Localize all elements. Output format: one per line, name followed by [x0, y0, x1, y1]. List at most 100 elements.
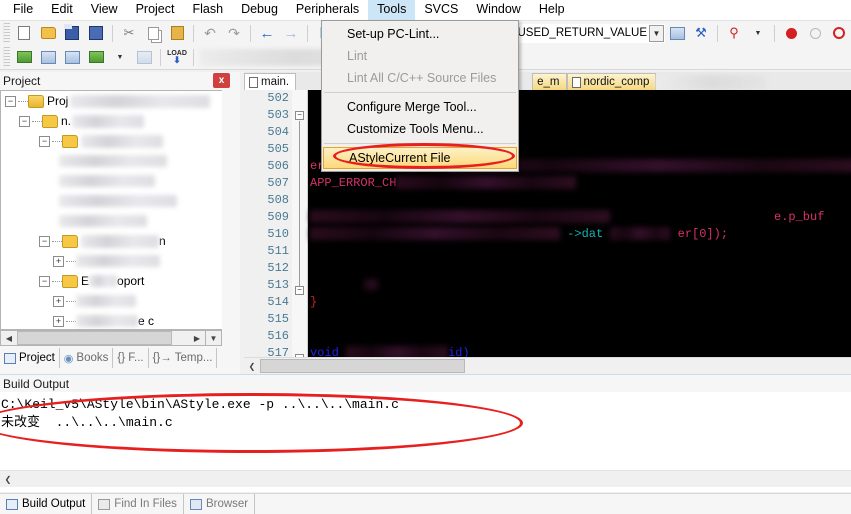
- fold-toggle-icon[interactable]: −: [295, 286, 304, 295]
- menu-svcs[interactable]: SVCS: [415, 0, 467, 20]
- editor-tab-nordic-common[interactable]: nordic_comp: [566, 73, 657, 90]
- cut-icon[interactable]: ✂: [118, 23, 140, 44]
- build-output-hscrollbar[interactable]: ❮: [0, 470, 851, 487]
- menu-file[interactable]: File: [4, 0, 42, 20]
- editor-hscrollbar[interactable]: ❮: [244, 357, 851, 374]
- menu-tools[interactable]: Tools: [368, 0, 416, 20]
- tree-item-group[interactable]: − n: [1, 231, 222, 251]
- run-icon[interactable]: [804, 23, 826, 44]
- project-panel-tabs: Project ◉ Books {} F... {}→ Temp...: [0, 348, 240, 368]
- tree-connector: [52, 240, 62, 242]
- menu-peripherals[interactable]: Peripherals: [287, 0, 368, 20]
- collapse-icon[interactable]: −: [5, 95, 16, 107]
- tree-item-file[interactable]: + e c: [1, 311, 222, 329]
- expand-icon[interactable]: +: [53, 315, 64, 327]
- scroll-left-icon[interactable]: ◀: [1, 331, 17, 345]
- paste-icon[interactable]: [166, 23, 188, 44]
- tab-project[interactable]: Project: [0, 348, 60, 368]
- close-icon[interactable]: x: [213, 73, 230, 88]
- tree-item-project[interactable]: − Proj: [1, 91, 222, 111]
- scrollbar-thumb[interactable]: [17, 331, 172, 345]
- tab-functions[interactable]: {} F...: [113, 348, 149, 368]
- load-icon[interactable]: LOAD ⬇: [166, 47, 188, 68]
- find-in-files-icon[interactable]: ⚲: [723, 23, 745, 44]
- menu-item-astyle-current-file[interactable]: AStyleCurrent File: [323, 147, 517, 169]
- save-all-icon[interactable]: [85, 23, 107, 44]
- build-icon[interactable]: [37, 47, 59, 68]
- scroll-left-icon[interactable]: ❮: [0, 472, 16, 486]
- project-tree-hscrollbar[interactable]: ◀ ▶ ▼: [0, 330, 222, 346]
- redo-icon[interactable]: ↷: [223, 23, 245, 44]
- scrollbar-thumb[interactable]: [260, 359, 465, 373]
- scroll-dropdown-icon[interactable]: ▼: [205, 331, 221, 345]
- tree-item-group[interactable]: − E oport: [1, 271, 222, 291]
- new-file-icon[interactable]: [13, 23, 35, 44]
- toolbar-grip[interactable]: [3, 47, 10, 67]
- batch-build-icon[interactable]: [85, 47, 107, 68]
- tree-item-file[interactable]: [1, 151, 222, 171]
- line-number: 515: [267, 312, 289, 326]
- tab-find-in-files[interactable]: Find In Files: [92, 494, 184, 514]
- line-number: 508: [267, 193, 289, 207]
- tree-item-file[interactable]: +: [1, 251, 222, 271]
- stop-build-icon[interactable]: [133, 47, 155, 68]
- tree-item-target[interactable]: − n.: [1, 111, 222, 131]
- tab-browser[interactable]: Browser: [184, 494, 256, 514]
- save-icon[interactable]: [61, 23, 83, 44]
- tree-item-file[interactable]: +: [1, 291, 222, 311]
- project-tree[interactable]: − Proj − n. − − n + − E oport + + e c: [0, 90, 222, 330]
- stop-icon[interactable]: [828, 23, 850, 44]
- toolbar-grip[interactable]: [3, 23, 10, 43]
- chevron-down-icon[interactable]: ▼: [649, 24, 664, 42]
- tree-item-file[interactable]: [1, 211, 222, 231]
- menu-edit[interactable]: Edit: [42, 0, 82, 20]
- editor-tab-second[interactable]: e_m: [532, 73, 567, 90]
- chevron-down-icon[interactable]: ▼: [747, 23, 769, 44]
- menu-help[interactable]: Help: [530, 0, 574, 20]
- tree-item-file[interactable]: [1, 191, 222, 211]
- collapse-icon[interactable]: −: [39, 275, 50, 287]
- translate-icon[interactable]: [13, 47, 35, 68]
- tab-templates[interactable]: {}→ Temp...: [149, 348, 218, 368]
- scroll-left-icon[interactable]: ❮: [244, 359, 260, 373]
- tree-item-group[interactable]: −: [1, 131, 222, 151]
- tab-books[interactable]: ◉ Books: [60, 348, 114, 368]
- chevron-down-icon[interactable]: ▼: [109, 47, 131, 68]
- navigate-back-icon[interactable]: ←: [256, 23, 278, 44]
- copy-icon[interactable]: [142, 23, 164, 44]
- target-icon: [42, 114, 58, 128]
- menu-item-configure-merge-tool[interactable]: Configure Merge Tool...: [322, 96, 518, 118]
- code-folding-column[interactable]: − − −: [292, 90, 308, 357]
- collapse-icon[interactable]: −: [39, 235, 50, 247]
- debug-session-icon[interactable]: ⚒: [690, 23, 712, 44]
- tools-dropdown-menu[interactable]: Set-up PC-Lint... Lint Lint All C/C++ So…: [321, 20, 519, 172]
- document-icon: [571, 76, 581, 88]
- tab-label: Books: [76, 352, 109, 364]
- tree-item-label: n: [159, 234, 166, 248]
- editor-tab-main-c[interactable]: main.: [244, 73, 297, 90]
- lint-option-combo[interactable]: UNUSED_RETURN_VALUE ▼: [496, 23, 665, 43]
- menu-project[interactable]: Project: [127, 0, 184, 20]
- open-file-icon[interactable]: [37, 23, 59, 44]
- menu-view[interactable]: View: [82, 0, 127, 20]
- reset-icon[interactable]: [780, 23, 802, 44]
- menu-window[interactable]: Window: [467, 0, 529, 20]
- navigate-forward-icon[interactable]: →: [280, 23, 302, 44]
- configure-target-icon[interactable]: [666, 23, 688, 44]
- menu-flash[interactable]: Flash: [183, 0, 232, 20]
- menu-item-customize-tools-menu[interactable]: Customize Tools Menu...: [322, 118, 518, 140]
- rebuild-icon[interactable]: [61, 47, 83, 68]
- tab-label: Browser: [205, 498, 249, 510]
- menu-item-setup-pclint[interactable]: Set-up PC-Lint...: [322, 23, 518, 45]
- collapse-icon[interactable]: −: [39, 135, 50, 147]
- menu-debug[interactable]: Debug: [232, 0, 287, 20]
- expand-icon[interactable]: +: [53, 255, 64, 267]
- fold-toggle-icon[interactable]: −: [295, 111, 304, 120]
- tab-build-output[interactable]: Build Output: [0, 494, 93, 514]
- expand-icon[interactable]: +: [53, 295, 64, 307]
- tree-item-file[interactable]: [1, 171, 222, 191]
- scroll-right-icon[interactable]: ▶: [189, 331, 205, 345]
- build-output-text[interactable]: C:\Keil_v5\AStyle\bin\AStyle.exe -p ..\.…: [0, 394, 851, 470]
- undo-icon[interactable]: ↶: [199, 23, 221, 44]
- collapse-icon[interactable]: −: [19, 115, 30, 127]
